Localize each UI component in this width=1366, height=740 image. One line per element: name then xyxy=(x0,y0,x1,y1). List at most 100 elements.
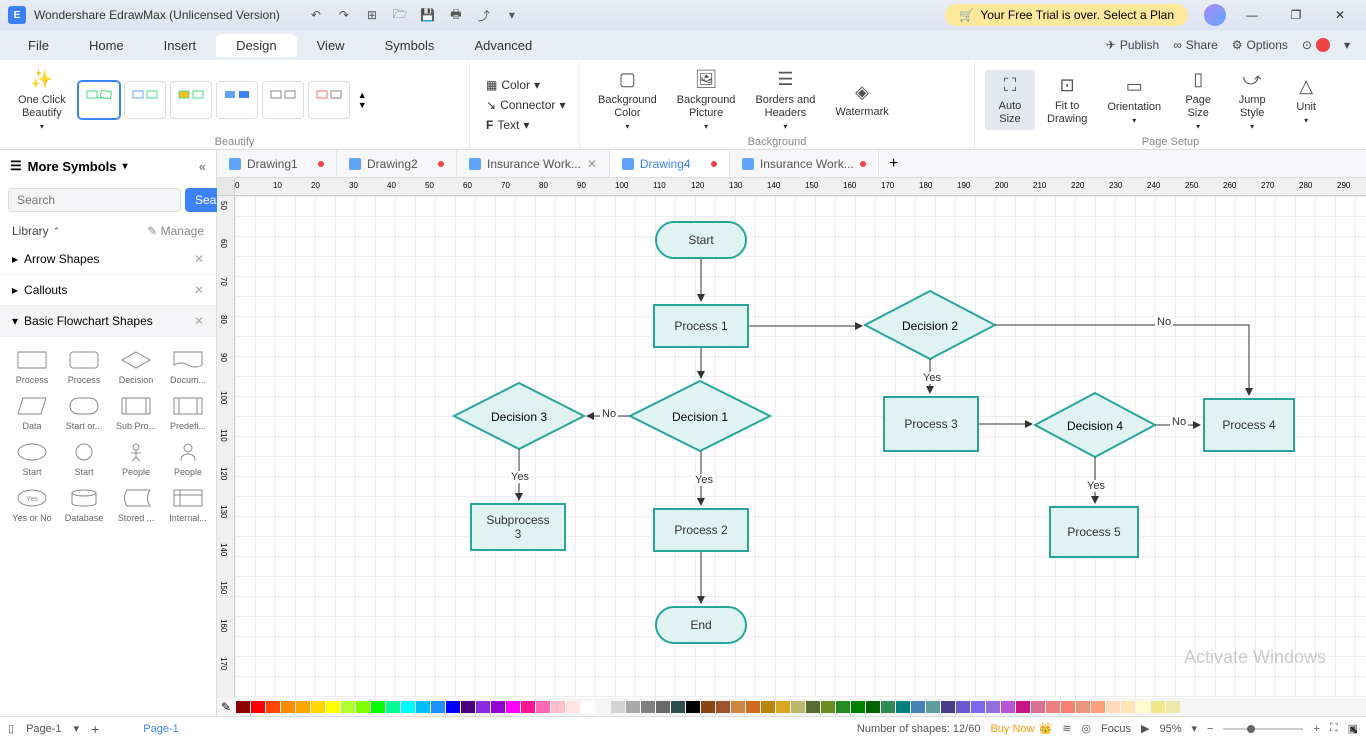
color-swatch[interactable] xyxy=(1001,701,1015,713)
shape-start-ellipse[interactable]: Start xyxy=(8,437,56,479)
node-process3[interactable]: Process 3 xyxy=(883,396,979,452)
menu-insert[interactable]: Insert xyxy=(144,34,217,57)
category-arrow-shapes[interactable]: ▸Arrow Shapes✕ xyxy=(0,244,216,275)
page-dropdown-icon[interactable]: ▾ xyxy=(74,722,80,735)
shape-start-end[interactable]: Start or... xyxy=(60,391,108,433)
color-swatch[interactable] xyxy=(881,701,895,713)
color-swatch[interactable] xyxy=(671,701,685,713)
color-swatch[interactable] xyxy=(731,701,745,713)
share-button[interactable]: ∞Share xyxy=(1173,38,1218,52)
library-label[interactable]: Library xyxy=(12,224,49,238)
node-decision3[interactable]: Decision 3 xyxy=(454,383,584,449)
doctab-insurance2[interactable]: Insurance Work... xyxy=(730,150,879,177)
theme-next-icon[interactable]: ▼ xyxy=(358,100,367,110)
color-swatch[interactable] xyxy=(581,701,595,713)
close-button[interactable]: ✕ xyxy=(1322,1,1358,29)
expand-ribbon-icon[interactable]: ↘ xyxy=(1350,725,1358,736)
shape-yesno[interactable]: YesYes or No xyxy=(8,483,56,525)
manage-button[interactable]: ✎ Manage xyxy=(147,224,204,238)
save-icon[interactable]: 💾 xyxy=(420,7,436,23)
node-decision1[interactable]: Decision 1 xyxy=(630,381,770,451)
node-process1[interactable]: Process 1 xyxy=(653,304,749,348)
collapse-panel-icon[interactable]: « xyxy=(199,159,206,174)
theme-6[interactable] xyxy=(308,81,350,119)
color-swatch[interactable] xyxy=(1031,701,1045,713)
color-swatch[interactable] xyxy=(611,701,625,713)
color-swatch[interactable] xyxy=(281,701,295,713)
color-swatch[interactable] xyxy=(791,701,805,713)
shape-stored[interactable]: Stored ... xyxy=(112,483,160,525)
fit-page-icon[interactable]: ⛶ xyxy=(1330,722,1338,735)
remove-category-icon[interactable]: ✕ xyxy=(194,283,204,297)
remove-category-icon[interactable]: ✕ xyxy=(194,314,204,328)
color-swatch[interactable] xyxy=(296,701,310,713)
close-tab-icon[interactable]: ✕ xyxy=(587,157,597,171)
open-icon[interactable]: 🗁 xyxy=(392,7,408,23)
shape-process[interactable]: Process xyxy=(8,345,56,387)
shape-database[interactable]: Database xyxy=(60,483,108,525)
theme-3[interactable] xyxy=(170,81,212,119)
color-swatch[interactable] xyxy=(836,701,850,713)
color-swatch[interactable] xyxy=(971,701,985,713)
color-swatch[interactable] xyxy=(491,701,505,713)
text-button[interactable]: FText▾ xyxy=(480,116,569,134)
color-swatch[interactable] xyxy=(566,701,580,713)
shape-data[interactable]: Data xyxy=(8,391,56,433)
color-swatch[interactable] xyxy=(536,701,550,713)
fit-drawing-button[interactable]: ⊡Fit to Drawing xyxy=(1039,70,1095,130)
page-list-icon[interactable]: ▯ xyxy=(8,722,14,735)
menu-view[interactable]: View xyxy=(297,34,365,57)
color-swatch[interactable] xyxy=(341,701,355,713)
color-swatch[interactable] xyxy=(461,701,475,713)
theme-prev-icon[interactable]: ▲ xyxy=(358,90,367,100)
category-callouts[interactable]: ▸Callouts✕ xyxy=(0,275,216,306)
color-swatch[interactable] xyxy=(821,701,835,713)
menu-advanced[interactable]: Advanced xyxy=(454,34,552,57)
focus-icon[interactable]: ◎ xyxy=(1081,722,1091,735)
unit-button[interactable]: △Unit▾ xyxy=(1281,71,1331,130)
zoom-in-button[interactable]: + xyxy=(1313,723,1319,735)
shape-start-circle[interactable]: Start xyxy=(60,437,108,479)
color-swatch[interactable] xyxy=(716,701,730,713)
eyedropper-icon[interactable]: ✎ xyxy=(221,700,231,714)
minimize-button[interactable]: — xyxy=(1234,1,1270,29)
color-swatch[interactable] xyxy=(371,701,385,713)
shape-document[interactable]: Docum... xyxy=(164,345,212,387)
color-swatch[interactable] xyxy=(701,701,715,713)
color-swatch[interactable] xyxy=(1016,701,1030,713)
color-swatch[interactable] xyxy=(326,701,340,713)
more-dropdown[interactable]: ▾ xyxy=(1344,38,1350,52)
color-swatch[interactable] xyxy=(401,701,415,713)
color-swatch[interactable] xyxy=(776,701,790,713)
color-swatch[interactable] xyxy=(551,701,565,713)
color-swatch[interactable] xyxy=(251,701,265,713)
publish-button[interactable]: ✈Publish xyxy=(1106,38,1159,52)
color-swatch[interactable] xyxy=(641,701,655,713)
connector-button[interactable]: ↘Connector▾ xyxy=(480,96,569,114)
borders-button[interactable]: ☰Borders and Headers▾ xyxy=(747,64,823,136)
color-swatch[interactable] xyxy=(626,701,640,713)
buy-now-button[interactable]: Buy Now 👑 xyxy=(990,722,1052,735)
menu-home[interactable]: Home xyxy=(69,34,144,57)
color-swatch[interactable] xyxy=(431,701,445,713)
color-swatch[interactable] xyxy=(236,701,250,713)
color-swatch[interactable] xyxy=(986,701,1000,713)
export-icon[interactable]: ⤴ xyxy=(476,7,492,23)
color-swatch[interactable] xyxy=(446,701,460,713)
color-button[interactable]: ▦Color▾ xyxy=(480,76,569,94)
one-click-beautify-button[interactable]: ✨ One Click Beautify ▾ xyxy=(10,64,74,136)
color-swatch[interactable] xyxy=(1151,701,1165,713)
theme-2[interactable] xyxy=(124,81,166,119)
add-page-button[interactable]: + xyxy=(83,721,107,737)
doctab-insurance1[interactable]: Insurance Work...✕ xyxy=(457,150,610,177)
chevron-down-icon[interactable]: ▾ xyxy=(123,161,128,172)
color-swatch[interactable] xyxy=(1046,701,1060,713)
add-tab-button[interactable]: + xyxy=(879,150,909,177)
color-swatch[interactable] xyxy=(866,701,880,713)
undo-icon[interactable]: ↶ xyxy=(308,7,324,23)
color-swatch[interactable] xyxy=(926,701,940,713)
color-swatch[interactable] xyxy=(416,701,430,713)
color-swatch[interactable] xyxy=(911,701,925,713)
node-end[interactable]: End xyxy=(655,606,747,644)
color-swatch[interactable] xyxy=(851,701,865,713)
